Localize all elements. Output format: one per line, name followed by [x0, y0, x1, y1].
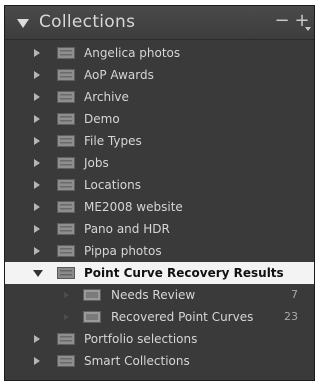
expand-triangle-icon[interactable] [34, 71, 40, 79]
collection-set-label: Point Curve Recovery Results [84, 266, 284, 280]
collection-set-label: AoP Awards [84, 68, 154, 82]
expand-triangle-icon[interactable] [34, 357, 40, 365]
collection-tree: Angelica photos AoP Awards Archive Demo … [5, 42, 314, 372]
collection-set-row[interactable]: File Types [5, 130, 314, 152]
photo-count: 7 [291, 288, 298, 301]
collection-set-row[interactable]: Pano and HDR [5, 218, 314, 240]
collection-set-row[interactable]: Demo [5, 108, 314, 130]
collection-set-row[interactable]: Pippa photos [5, 240, 314, 262]
panel-title: Collections [39, 12, 136, 32]
expand-triangle-icon [64, 314, 69, 320]
collection-set-row[interactable]: Smart Collections [5, 350, 314, 372]
collection-set-icon [57, 245, 75, 257]
collection-set-row[interactable]: ME2008 website [5, 196, 314, 218]
expand-triangle-icon [64, 292, 69, 298]
expand-triangle-icon[interactable] [34, 335, 40, 343]
collection-set-icon [57, 113, 75, 125]
collection-set-icon [57, 91, 75, 103]
collection-set-label: ME2008 website [84, 200, 183, 214]
collection-set-label: Smart Collections [84, 354, 190, 368]
collection-set-row[interactable]: Portfolio selections [5, 328, 314, 350]
collection-set-row[interactable]: Locations [5, 174, 314, 196]
collection-set-row[interactable]: AoP Awards [5, 64, 314, 86]
expand-triangle-icon[interactable] [34, 49, 40, 57]
collection-icon [83, 289, 101, 301]
collection-set-label: Angelica photos [84, 46, 181, 60]
collection-label: Needs Review [111, 288, 196, 302]
collapse-triangle-icon[interactable] [17, 19, 29, 28]
collection-set-icon [57, 47, 75, 59]
collection-set-icon [57, 355, 75, 367]
expand-triangle-icon[interactable] [34, 247, 40, 255]
smart-collection-row[interactable]: Needs Review 7 [5, 284, 314, 306]
collection-set-row[interactable]: Archive [5, 86, 314, 108]
collection-set-label: Locations [84, 178, 142, 192]
collection-set-icon [57, 135, 75, 147]
collection-set-label: Portfolio selections [84, 332, 198, 346]
collection-icon [83, 311, 101, 323]
collection-set-icon [57, 157, 75, 169]
collection-set-label: Jobs [84, 156, 109, 170]
collections-panel: Collections − + Angelica photos AoP Awar… [4, 5, 315, 381]
expand-triangle-icon[interactable] [34, 203, 40, 211]
collection-set-label: Pippa photos [84, 244, 162, 258]
expand-triangle-icon[interactable] [34, 93, 40, 101]
collection-set-label: Archive [84, 90, 129, 104]
collection-set-label: Pano and HDR [84, 222, 170, 236]
collection-set-icon [57, 201, 75, 213]
collection-set-icon [57, 69, 75, 81]
expand-triangle-icon[interactable] [34, 137, 40, 145]
collections-panel-header[interactable]: Collections − + [5, 6, 314, 40]
collection-set-row[interactable]: Jobs [5, 152, 314, 174]
remove-collection-button[interactable]: − [273, 11, 291, 31]
collapse-triangle-icon[interactable] [33, 270, 43, 277]
collection-set-row[interactable]: Angelica photos [5, 42, 314, 64]
smart-collection-row[interactable]: Recovered Point Curves 23 [5, 306, 314, 328]
collection-set-icon [57, 223, 75, 235]
dropdown-arrow-icon [305, 27, 311, 31]
collection-set-icon [57, 333, 75, 345]
collection-set-label: Demo [84, 112, 120, 126]
collection-label: Recovered Point Curves [111, 310, 254, 324]
collection-set-icon [57, 267, 75, 279]
collection-set-label: File Types [84, 134, 142, 148]
add-collection-button[interactable]: + [293, 11, 311, 31]
photo-count: 23 [284, 310, 298, 323]
expand-triangle-icon[interactable] [34, 181, 40, 189]
expand-triangle-icon[interactable] [34, 115, 40, 123]
expand-triangle-icon[interactable] [34, 225, 40, 233]
collection-set-row-selected[interactable]: Point Curve Recovery Results [5, 262, 314, 284]
expand-triangle-icon[interactable] [34, 159, 40, 167]
collection-set-icon [57, 179, 75, 191]
